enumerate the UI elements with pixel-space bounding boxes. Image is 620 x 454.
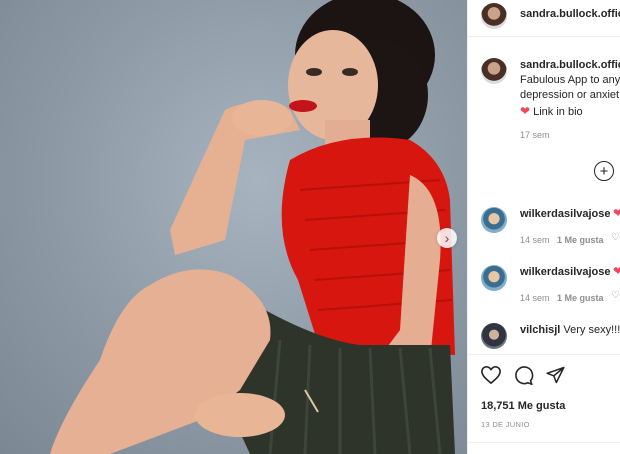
next-image-button[interactable]: ›: [437, 228, 457, 248]
comment-age: 14 sem: [520, 293, 550, 303]
comment-username[interactable]: wilkerdasilvajose: [520, 266, 611, 278]
comment-avatar[interactable]: [481, 207, 507, 233]
plus-circle-icon[interactable]: +: [594, 161, 614, 181]
caption-line-1: Fabulous App to any: [520, 74, 620, 86]
caption-link-text[interactable]: Link in bio: [533, 106, 583, 118]
comment-meta: 14 sem 1 Me gusta: [520, 235, 604, 245]
comment-meta: 14 sem 1 Me gusta: [520, 293, 604, 303]
caption-username[interactable]: sandra.bullock.offici: [520, 59, 620, 71]
lips-shape: [289, 100, 317, 112]
post-side-panel: sandra.bullock.offici sandra.bullock.off…: [467, 0, 620, 454]
photo-illustration: [50, 0, 455, 454]
comment-avatar[interactable]: [481, 265, 507, 291]
divider: [468, 354, 620, 355]
chevron-right-icon: ›: [444, 230, 450, 246]
post-photo[interactable]: ›: [0, 0, 467, 454]
caption-link-line: ❤ Link in bio: [520, 104, 583, 118]
post-header: sandra.bullock.offici: [468, 0, 620, 37]
action-bar: [468, 364, 620, 390]
comment-age: 14 sem: [520, 235, 550, 245]
caption-avatar[interactable]: [481, 58, 507, 84]
caption-line-2: depression or anxiet: [520, 89, 620, 101]
comment-body: vilchisjl Very sexy!!!!: [520, 324, 620, 336]
comment-username[interactable]: wilkerdasilvajose: [520, 208, 611, 220]
header-username[interactable]: sandra.bullock.offici: [520, 8, 620, 20]
comment-likes[interactable]: 1 Me gusta: [557, 235, 604, 245]
comment-avatar[interactable]: [481, 323, 507, 349]
red-heart-icon: ❤: [520, 104, 531, 118]
comment-like-icon[interactable]: ♡: [611, 232, 620, 243]
avatar[interactable]: [481, 3, 507, 29]
comment-icon[interactable]: [513, 365, 534, 386]
red-heart-icon: ❤: [613, 264, 620, 278]
comment-username[interactable]: vilchisjl: [520, 324, 560, 336]
caption-age: 17 sem: [520, 130, 550, 140]
share-icon[interactable]: [545, 365, 566, 385]
comment-text: Very sexy!!!!: [563, 324, 620, 336]
heart-icon[interactable]: [480, 365, 502, 385]
comment-likes[interactable]: 1 Me gusta: [557, 293, 604, 303]
likes-count[interactable]: 18,751 Me gusta: [481, 400, 565, 412]
hand-shape: [195, 393, 285, 437]
comment-like-icon[interactable]: ♡: [611, 290, 620, 301]
red-heart-icon: ❤: [613, 206, 620, 220]
post-date: 13 DE JUNIO: [481, 420, 530, 429]
divider: [468, 442, 620, 443]
